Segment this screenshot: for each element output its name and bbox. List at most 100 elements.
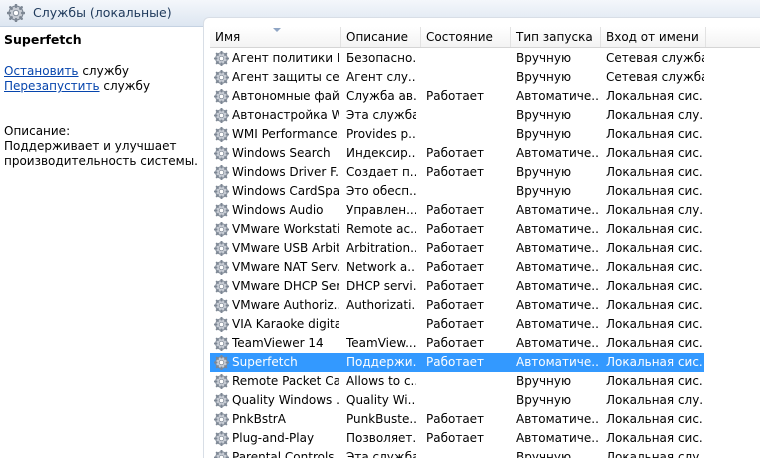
service-status-cell: Работает: [426, 89, 485, 103]
service-startup-type-cell: Автоматиче...: [516, 146, 600, 160]
service-gear-icon: [214, 203, 229, 218]
service-name-cell: WMI Performance...: [232, 127, 339, 141]
service-gear-icon: [214, 89, 229, 104]
service-row[interactable]: Windows Driver F... Создает п... Работает В…: [210, 163, 704, 182]
service-log-on-as-cell: Локальная сис...: [606, 222, 704, 236]
service-row[interactable]: Windows Audio Управлен... Работает Автомати…: [210, 201, 704, 220]
service-log-on-as-cell: Локальная сис...: [606, 184, 704, 198]
service-row[interactable]: Автономные фай... Служба ав... Работает Авт…: [210, 87, 704, 106]
service-row[interactable]: Автонастройка W... Эта служба... Вручную Ло…: [210, 106, 704, 125]
service-row[interactable]: Агент политики I... Безопасно... Вручную Се…: [210, 49, 704, 68]
service-startup-type-cell: Автоматиче...: [516, 89, 600, 103]
service-gear-icon: [214, 184, 229, 199]
service-startup-type-cell: Автоматиче...: [516, 298, 600, 312]
service-row[interactable]: VIA Karaoke digita... Работает Автоматиче.…: [210, 315, 704, 334]
service-startup-type-cell: Вручную: [516, 184, 572, 198]
service-log-on-as-cell: Локальная сис...: [606, 89, 704, 103]
service-row[interactable]: Windows Search Индексир... Работает Автомат…: [210, 144, 704, 163]
selected-service-name: Superfetch: [4, 32, 82, 47]
service-row[interactable]: VMware Authoriz... Authorizati... Работает…: [210, 296, 704, 315]
service-log-on-as-cell: Локальная слу...: [606, 108, 704, 122]
service-startup-type-cell: Вручную: [516, 374, 572, 388]
service-row[interactable]: Агент защиты сет... Агент слу... Вручную Се…: [210, 68, 704, 87]
service-startup-type-cell: Автоматиче...: [516, 336, 600, 350]
service-gear-icon: [214, 298, 229, 313]
service-description-cell: Provides p...: [346, 127, 416, 141]
service-gear-icon: [214, 108, 229, 123]
service-log-on-as-cell: Локальная слу...: [606, 393, 704, 407]
service-status-cell: Работает: [426, 298, 485, 312]
service-gear-icon: [214, 146, 229, 161]
service-row[interactable]: Remote Packet Ca... Allows to c... Вручную…: [210, 372, 704, 391]
service-row[interactable]: VMware DHCP Ser... DHCP servi... Работает А…: [210, 277, 704, 296]
service-description-cell: [346, 315, 416, 334]
stop-service-link[interactable]: Остановить: [4, 64, 79, 78]
service-status-cell: [426, 372, 510, 391]
service-startup-type-cell: Вручную: [516, 393, 572, 407]
service-name-cell: Remote Packet Ca...: [232, 374, 339, 388]
service-log-on-as-cell: Локальная сис...: [606, 431, 704, 445]
service-row[interactable]: TeamViewer 14 TeamView... Работает Автомати…: [210, 334, 704, 353]
restart-service-action: Перезапустить службу: [4, 79, 150, 93]
service-name-cell: Windows CardSpa...: [232, 184, 339, 198]
service-name-cell: TeamViewer 14: [232, 336, 324, 350]
services-list[interactable]: Имя Описание Состояние Тип запуска Вход …: [203, 17, 760, 458]
service-gear-icon: [214, 165, 229, 180]
service-gear-icon: [214, 374, 229, 389]
service-description-cell: Агент слу...: [346, 70, 416, 84]
stop-service-action: Остановить службу: [4, 64, 129, 78]
service-gear-icon: [214, 127, 229, 142]
column-status[interactable]: Состояние: [421, 27, 511, 47]
service-name-cell: Windows Driver F...: [232, 165, 339, 179]
service-gear-icon: [214, 241, 229, 256]
column-log-on-as[interactable]: Вход от имени: [601, 27, 706, 47]
service-log-on-as-cell: Локальная сис...: [606, 317, 704, 331]
service-description-cell: Network a...: [346, 260, 416, 274]
service-name-cell: Plug-and-Play: [232, 431, 315, 445]
service-status-cell: Работает: [426, 203, 485, 217]
column-header: Имя Описание Состояние Тип запуска Вход …: [210, 27, 760, 48]
service-description-cell: TeamView...: [346, 336, 416, 350]
service-row[interactable]: Plug-and-Play Позволяет... Работает Автомат…: [210, 429, 704, 448]
service-row[interactable]: VMware NAT Serv... Network a... Работает Ав…: [210, 258, 704, 277]
service-status-cell: Работает: [426, 241, 485, 255]
service-status-cell: Работает: [426, 279, 485, 293]
service-description-cell: Служба ав...: [346, 89, 416, 103]
service-log-on-as-cell: Локальная сис...: [606, 260, 704, 274]
service-log-on-as-cell: Локальная сис...: [606, 298, 704, 312]
service-row[interactable]: Quality Windows ... Quality Wi... Вручную Л…: [210, 391, 704, 410]
service-description-cell: Arbitration...: [346, 241, 416, 255]
service-startup-type-cell: Автоматиче...: [516, 431, 600, 445]
service-status-cell: Работает: [426, 165, 485, 179]
service-row[interactable]: WMI Performance... Provides p... Вручную Ло…: [210, 125, 704, 144]
service-status-cell: Работает: [426, 355, 485, 369]
service-description-cell: Authorizati...: [346, 298, 416, 312]
service-name-cell: VIA Karaoke digita...: [232, 317, 339, 331]
service-row[interactable]: VMware USB Arbit... Arbitration... Работае…: [210, 239, 704, 258]
service-gear-icon: [214, 260, 229, 275]
service-description-cell: Это обесп...: [346, 184, 416, 198]
service-row[interactable]: PnkBstrA PunkBuste... Работает Автоматиче..…: [210, 410, 704, 429]
service-row[interactable]: VMware Workstati... Remote ac... Работает А…: [210, 220, 704, 239]
service-description-cell: Безопасно...: [346, 51, 416, 65]
service-status-cell: Работает: [426, 412, 485, 426]
service-name-cell: Superfetch: [232, 355, 298, 369]
service-gear-icon: [214, 412, 229, 427]
stop-service-suffix: службу: [78, 64, 130, 78]
column-description[interactable]: Описание: [341, 27, 421, 47]
service-log-on-as-cell: Локальная сис...: [606, 165, 704, 179]
service-status-cell: [426, 68, 510, 87]
service-startup-type-cell: Автоматиче...: [516, 317, 600, 331]
service-row[interactable]: Windows CardSpa... Это обесп... Вручную Лок…: [210, 182, 704, 201]
service-row-selected[interactable]: Superfetch Поддержи... Работает Автоматиче.…: [210, 353, 704, 372]
column-startup-type[interactable]: Тип запуска: [511, 27, 601, 47]
service-startup-type-cell: Вручную: [516, 165, 572, 179]
description-text: Поддерживает и улучшает производительнос…: [4, 139, 198, 168]
service-description-cell: Эта служба...: [346, 108, 416, 122]
service-status-cell: [426, 106, 510, 125]
restart-service-suffix: службу: [99, 79, 151, 93]
service-description-cell: Allows to c...: [346, 374, 416, 388]
service-startup-type-cell: Автоматиче...: [516, 279, 600, 293]
service-gear-icon: [214, 355, 229, 370]
restart-service-link[interactable]: Перезапустить: [4, 79, 100, 93]
